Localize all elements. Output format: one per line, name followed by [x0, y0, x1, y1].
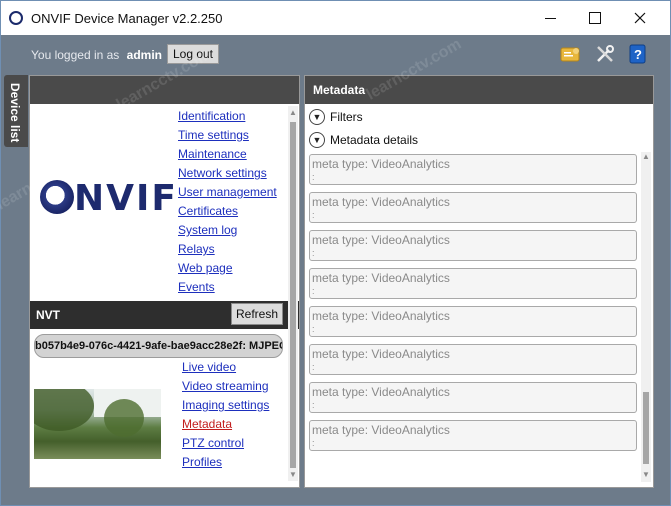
device-menu-link[interactable]: Events	[178, 280, 215, 294]
device-menu-link[interactable]: Time settings	[178, 128, 249, 142]
video-thumbnail[interactable]	[34, 389, 161, 459]
chevron-down-icon: ▼	[309, 109, 325, 125]
stream-menu-link[interactable]: PTZ control	[182, 436, 244, 450]
metadata-details-label: Metadata details	[330, 133, 419, 147]
metadata-entry[interactable]: meta type: VideoAnalytics:	[309, 306, 637, 337]
stream-menu-link[interactable]: Video streaming	[182, 379, 269, 393]
app-window: ONVIF Device Manager v2.2.250 You logged…	[0, 0, 671, 506]
title-bar: ONVIF Device Manager v2.2.250	[1, 1, 670, 35]
metadata-panel: Metadata ▼ Filters ▼ Metadata details me…	[304, 75, 654, 488]
onvif-logo: NVIF	[40, 176, 176, 219]
device-menu-link[interactable]: Maintenance	[178, 147, 247, 161]
filters-expander[interactable]: ▼ Filters	[309, 107, 363, 127]
metadata-type-text: meta type: VideoAnalytics	[312, 195, 450, 209]
device-menu-link[interactable]: Relays	[178, 242, 215, 256]
metadata-value-text: :	[312, 400, 315, 410]
nvt-bar: NVT Refresh	[30, 301, 299, 329]
device-menu-link[interactable]: User management	[178, 185, 277, 199]
metadata-details-expander[interactable]: ▼ Metadata details	[309, 130, 418, 150]
device-list-tab[interactable]: Device list	[4, 75, 28, 147]
thumbnail-tree	[34, 389, 94, 431]
nvt-label: NVT	[36, 308, 60, 322]
logged-in-text: You logged in as	[31, 48, 120, 62]
stream-menu-link[interactable]: Imaging settings	[182, 398, 269, 412]
logout-button[interactable]: Log out	[167, 44, 219, 64]
window-title: ONVIF Device Manager v2.2.250	[31, 11, 223, 26]
metadata-entry[interactable]: meta type: VideoAnalytics:	[309, 420, 637, 451]
metadata-type-text: meta type: VideoAnalytics	[312, 271, 450, 285]
metadata-type-text: meta type: VideoAnalytics	[312, 157, 450, 171]
device-menu-link[interactable]: System log	[178, 223, 237, 237]
minimize-button[interactable]	[528, 5, 572, 31]
metadata-value-text: :	[312, 248, 315, 258]
metadata-title: Metadata	[313, 83, 366, 97]
onvif-logo-ring-icon	[40, 180, 74, 214]
maximize-button[interactable]	[573, 5, 617, 31]
stream-menu-link[interactable]: Profiles	[182, 455, 222, 469]
metadata-value-text: :	[312, 172, 315, 182]
stream-menu-link[interactable]: Live video	[182, 360, 236, 374]
metadata-entry[interactable]: meta type: VideoAnalytics:	[309, 154, 637, 185]
thumbnail-tree	[104, 399, 144, 437]
help-icon[interactable]: ?	[628, 44, 648, 64]
svg-text:?: ?	[634, 47, 642, 62]
metadata-type-text: meta type: VideoAnalytics	[312, 385, 450, 399]
metadata-type-text: meta type: VideoAnalytics	[312, 423, 450, 437]
device-profile-selector[interactable]: b057b4e9-076c-4421-9afe-bae9acc28e2f: MJ…	[34, 334, 283, 358]
metadata-value-text: :	[312, 324, 315, 334]
chevron-down-icon: ▼	[309, 132, 325, 148]
login-status: You logged in as admin	[31, 48, 162, 62]
refresh-button[interactable]: Refresh	[231, 303, 283, 325]
scroll-down-icon[interactable]: ▼	[641, 470, 651, 479]
device-panel-header	[30, 76, 299, 104]
session-header: You logged in as admin Log out ?	[1, 35, 670, 71]
onvif-logo-text: NVIF	[74, 178, 178, 219]
close-icon	[634, 12, 646, 24]
scroll-thumb[interactable]	[290, 122, 296, 468]
device-menu-link[interactable]: Certificates	[178, 204, 238, 218]
metadata-scrollbar[interactable]: ▲ ▼	[641, 152, 651, 482]
device-menu-link[interactable]: Identification	[178, 109, 245, 123]
metadata-value-text: :	[312, 362, 315, 372]
user-settings-icon[interactable]	[560, 44, 580, 64]
metadata-header: Metadata	[305, 76, 653, 104]
tools-icon[interactable]	[595, 44, 615, 64]
metadata-value-text: :	[312, 286, 315, 296]
scroll-thumb[interactable]	[643, 392, 649, 464]
metadata-entry[interactable]: meta type: VideoAnalytics:	[309, 230, 637, 261]
scroll-up-icon[interactable]: ▲	[288, 108, 298, 117]
username: admin	[126, 48, 162, 62]
metadata-value-text: :	[312, 210, 315, 220]
metadata-entry[interactable]: meta type: VideoAnalytics:	[309, 344, 637, 375]
filters-label: Filters	[330, 110, 363, 124]
metadata-value-text: :	[312, 438, 315, 448]
scroll-up-icon[interactable]: ▲	[641, 152, 651, 161]
metadata-type-text: meta type: VideoAnalytics	[312, 309, 450, 323]
device-list-label: Device list	[8, 83, 22, 143]
device-panel-scrollbar[interactable]: ▲ ▼	[288, 106, 298, 481]
close-button[interactable]	[618, 5, 662, 31]
scroll-down-icon[interactable]: ▼	[288, 470, 298, 479]
metadata-entry[interactable]: meta type: VideoAnalytics:	[309, 192, 637, 223]
metadata-type-text: meta type: VideoAnalytics	[312, 233, 450, 247]
stream-menu-link[interactable]: Metadata	[182, 417, 232, 431]
metadata-entry[interactable]: meta type: VideoAnalytics:	[309, 382, 637, 413]
metadata-type-text: meta type: VideoAnalytics	[312, 347, 450, 361]
device-menu-link[interactable]: Web page	[178, 261, 233, 275]
metadata-entry[interactable]: meta type: VideoAnalytics:	[309, 268, 637, 299]
onvif-app-icon	[9, 11, 23, 25]
device-panel: NVIF Identification Time settings Maintena…	[29, 75, 300, 488]
device-menu-link[interactable]: Network settings	[178, 166, 267, 180]
